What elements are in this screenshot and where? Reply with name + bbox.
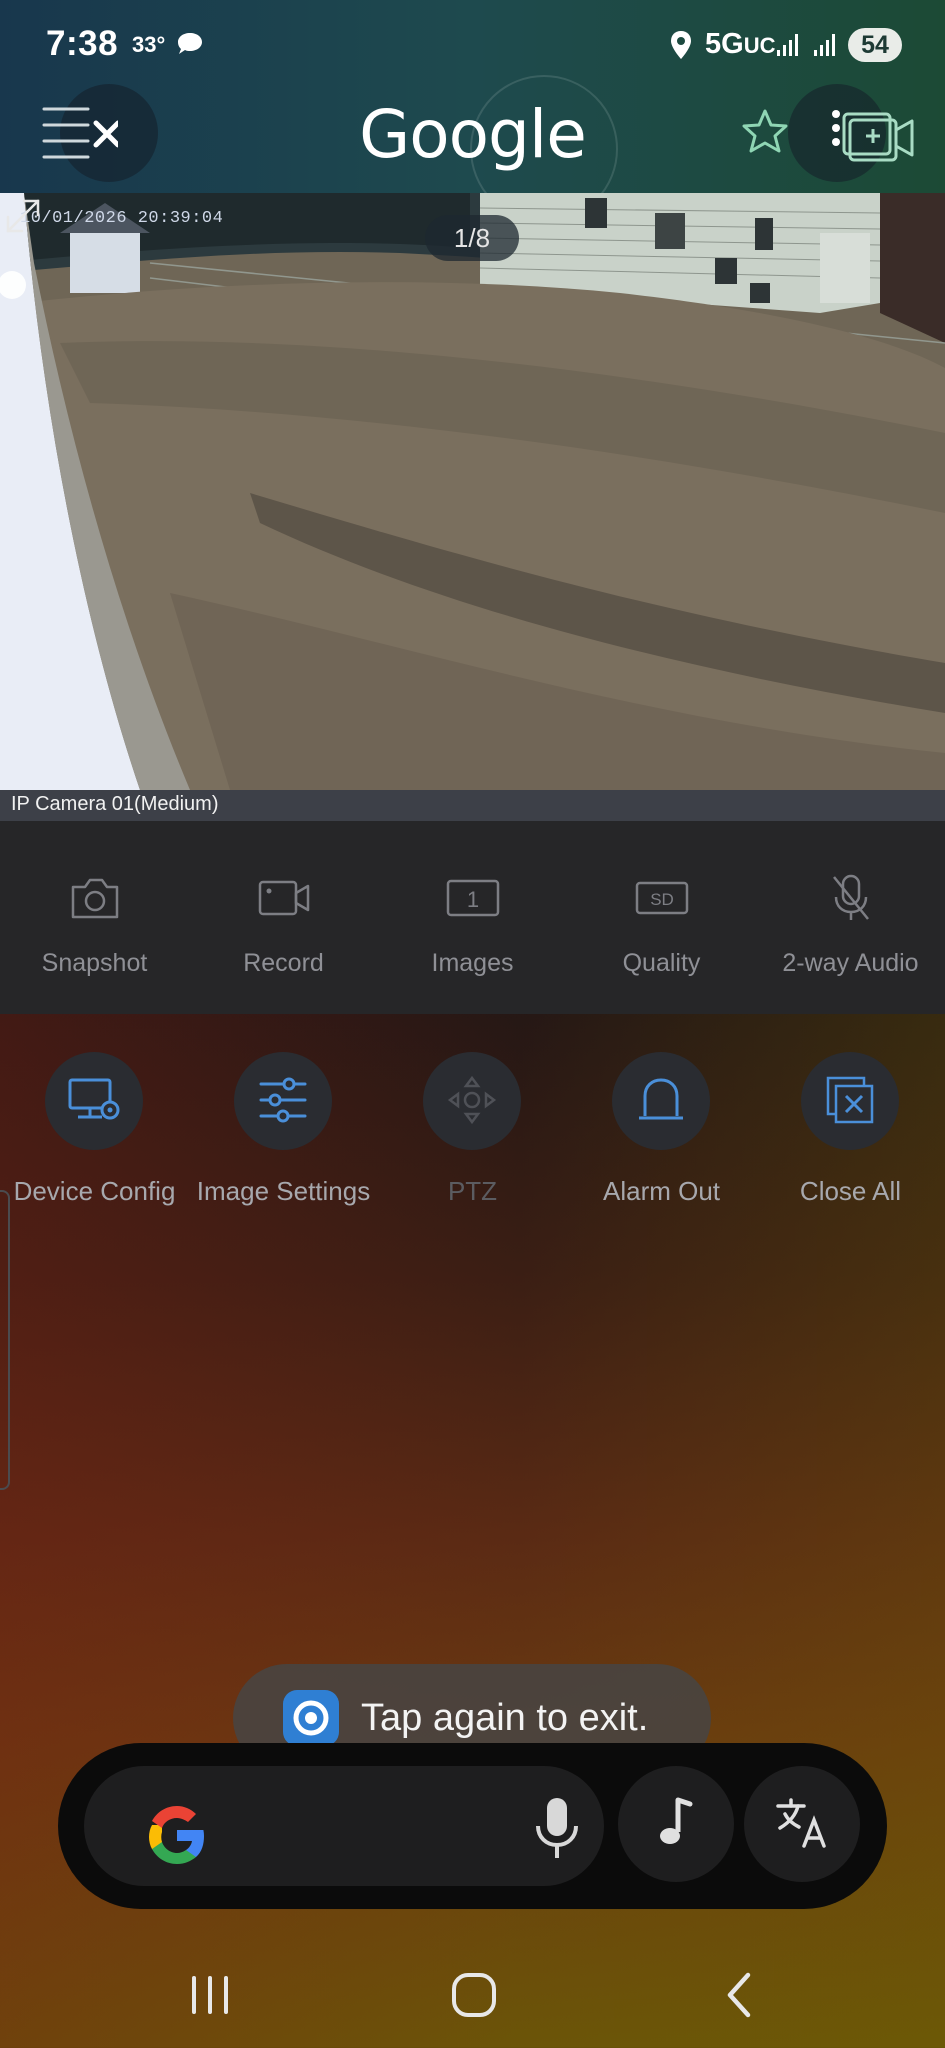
camera-feed[interactable]: 10/01/2026 20:39:04 1/8 (0, 193, 945, 790)
google-logo: Google (359, 96, 587, 173)
images-badge: 1 (467, 887, 479, 912)
camera-timestamp: 10/01/2026 20:39:04 (20, 209, 224, 228)
record-button[interactable]: Record (189, 821, 378, 1014)
expand-icon[interactable] (0, 193, 46, 239)
camera-icon (71, 878, 119, 919)
google-search-bar (58, 1743, 887, 1909)
camera-toolbar: Snapshot Record 1 Images SD Quality 2-wa… (0, 821, 945, 1014)
close-all-label: Close All (799, 1176, 902, 1206)
translate-button[interactable] (744, 1766, 860, 1882)
action-row: Device Config Image Settings PTZ Alarm O… (0, 1014, 945, 1224)
device-config-icon (68, 1078, 120, 1120)
status-network: 5GUC (705, 28, 775, 61)
mic-icon[interactable] (530, 1796, 584, 1862)
edge-panel-handle[interactable] (0, 1190, 10, 1490)
signal-icon (777, 34, 798, 56)
status-temperature: 33° (132, 32, 166, 57)
page-indicator: 1/8 (425, 215, 519, 261)
signal-icon (814, 34, 835, 56)
ptz-label: PTZ (447, 1176, 498, 1206)
alarm-out-label: Alarm Out (602, 1176, 721, 1206)
camera-label-bar: IP Camera 01(Medium) (0, 790, 945, 821)
ptz-icon (447, 1075, 497, 1125)
google-g-icon (149, 1806, 204, 1864)
battery-indicator: 54 (848, 28, 902, 62)
snapshot-label: Snapshot (41, 949, 148, 977)
image-settings-button[interactable]: Image Settings (189, 1014, 378, 1224)
camera-label: IP Camera 01(Medium) (11, 793, 219, 815)
home-icon[interactable] (444, 1970, 504, 2020)
quality-icon: SD (635, 881, 689, 915)
two-way-audio-button[interactable]: 2-way Audio (756, 821, 945, 1014)
device-config-button[interactable]: Device Config (0, 1014, 189, 1224)
device-config-label: Device Config (13, 1176, 176, 1206)
network-suffix: UC (743, 33, 776, 58)
music-search-button[interactable] (618, 1766, 734, 1882)
close-all-button[interactable]: Close All (756, 1014, 945, 1224)
image-settings-label: Image Settings (196, 1176, 371, 1206)
translate-icon (776, 1798, 826, 1848)
video-record-icon (258, 880, 310, 916)
images-button[interactable]: 1 Images (378, 821, 567, 1014)
system-nav-bar (0, 1940, 945, 2048)
snapshot-button[interactable]: Snapshot (0, 821, 189, 1014)
app-icon (283, 1690, 339, 1746)
search-field[interactable] (84, 1766, 604, 1886)
back-icon[interactable] (710, 1970, 770, 2020)
quality-label: Quality (622, 949, 701, 977)
chat-bubble-icon (178, 33, 202, 54)
mic-off-icon (833, 874, 869, 920)
music-note-icon (660, 1797, 693, 1844)
alarm-icon (639, 1078, 683, 1120)
close-all-icon (826, 1076, 874, 1124)
star-icon[interactable] (740, 107, 790, 157)
status-time: 7:38 (46, 24, 119, 63)
toast-text: Tap again to exit. (361, 1697, 649, 1739)
recents-icon[interactable] (180, 1970, 240, 2020)
camera-scene (0, 193, 945, 790)
quality-badge: SD (650, 890, 674, 909)
ptz-button[interactable]: PTZ (378, 1014, 567, 1224)
sliders-icon (259, 1077, 307, 1123)
images-label: Images (431, 949, 514, 977)
network-type: 5G (705, 28, 744, 60)
close-icon[interactable] (38, 95, 118, 173)
alarm-out-button[interactable]: Alarm Out (567, 1014, 756, 1224)
record-label: Record (243, 949, 324, 977)
status-bar: 7:38 33° 5GUC 54 (0, 0, 945, 90)
add-camera-icon[interactable] (830, 106, 915, 162)
quality-button[interactable]: SD Quality (567, 821, 756, 1014)
location-pin-icon (671, 31, 691, 59)
images-icon: 1 (446, 879, 500, 917)
two-way-audio-label: 2-way Audio (782, 949, 919, 977)
